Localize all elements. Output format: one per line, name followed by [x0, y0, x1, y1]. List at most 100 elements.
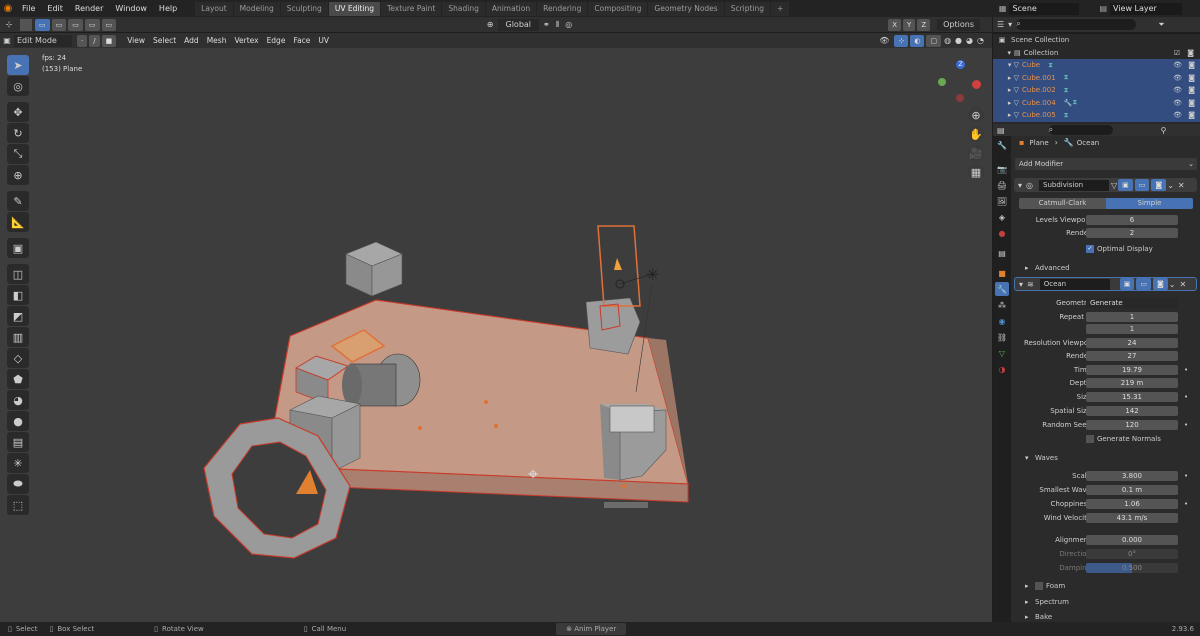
ocean-panel-header[interactable]: ▾ ≋ Ocean ▣ ▭ ◙ ⌄ ✕ [1014, 277, 1197, 291]
render-icon[interactable]: ◙ [1188, 74, 1195, 82]
optimal-display-checkbox[interactable]: ✓ [1086, 244, 1094, 253]
render-icon[interactable]: ◙ [1188, 111, 1195, 119]
z-axis-icon[interactable]: Z [956, 60, 965, 69]
advanced-subpanel[interactable]: ▸ Advanced [1011, 262, 1200, 273]
editmode-toggle-icon[interactable]: ▣ [1119, 278, 1135, 290]
tab-layout[interactable]: Layout [195, 1, 233, 16]
face-select-icon[interactable]: ■ [101, 34, 117, 47]
dropdown-icon[interactable]: ⌄ [1169, 280, 1176, 289]
menu-edit[interactable]: Edit [41, 4, 69, 13]
shading-material-icon[interactable]: ◕ [966, 36, 973, 45]
y-axis-icon[interactable] [938, 78, 946, 86]
menu-render[interactable]: Render [69, 4, 109, 13]
tab-geometry-nodes[interactable]: Geometry Nodes [648, 1, 724, 16]
tab-sculpting[interactable]: Sculpting [280, 1, 328, 16]
alignment-field[interactable]: 0.000 [1086, 534, 1178, 545]
view-layer-field[interactable]: View Layer [1110, 2, 1182, 15]
anim-player-button[interactable]: ⊗ Anim Player [556, 623, 627, 635]
eye-icon[interactable]: 👁 [1173, 86, 1182, 94]
menu-mesh[interactable]: Mesh [203, 35, 231, 47]
viewport-toggle-icon[interactable]: ▭ [1136, 278, 1151, 290]
snap-icon[interactable]: ⦀ [556, 20, 560, 30]
gizmo-icon[interactable]: ⊹ [894, 34, 909, 47]
proportional-icon[interactable]: ◎ [565, 20, 572, 29]
repeat-x-field[interactable]: 1 [1086, 311, 1178, 322]
outliner-row-collection[interactable]: ▾ ▤ Collection ☑ ◙ [993, 47, 1200, 60]
depth-field[interactable]: 219 m [1086, 377, 1178, 388]
eye-icon[interactable]: 👁 [1173, 61, 1182, 69]
material-tab-icon[interactable]: ◑ [995, 362, 1009, 376]
generate-normals-checkbox[interactable] [1086, 434, 1094, 443]
menu-select[interactable]: Select [149, 35, 180, 47]
tab-rendering[interactable]: Rendering [537, 1, 588, 16]
tool-tab-icon[interactable]: 🔧 [995, 138, 1009, 152]
navigation-gizmo[interactable]: Z [934, 60, 984, 110]
eye-icon[interactable]: 👁 [1173, 74, 1182, 82]
render-icon[interactable]: ◙ [1188, 99, 1195, 107]
physics-tab-icon[interactable]: ◉ [995, 314, 1009, 328]
select-mode-extend-icon[interactable]: ▭ [51, 18, 67, 31]
waves-subpanel[interactable]: ▾ Waves [1011, 452, 1200, 463]
modifier-name-field[interactable]: Subdivision [1039, 179, 1109, 191]
keyframe-icon[interactable]: • [1184, 500, 1188, 508]
expand-icon[interactable]: ▸ [1025, 582, 1029, 590]
close-icon[interactable]: ✕ [1178, 181, 1185, 190]
render-icon[interactable]: ◙ [1188, 86, 1195, 94]
resolution-render-field[interactable]: 27 [1086, 350, 1178, 361]
camera-view-icon[interactable]: 🎥 [968, 145, 984, 161]
add-workspace-button[interactable]: + [771, 1, 790, 16]
eye-icon[interactable]: 👁 [1173, 99, 1182, 107]
outliner-row-scene-collection[interactable]: ▣ Scene Collection [993, 34, 1200, 47]
geometry-dropdown[interactable]: Generate [1086, 297, 1178, 308]
select-mode-new-icon[interactable]: ▭ [35, 18, 50, 31]
menu-add[interactable]: Add [180, 35, 203, 47]
menu-file[interactable]: File [16, 4, 41, 13]
select-mode-subtract-icon[interactable]: ▭ [68, 18, 83, 31]
simple-button[interactable]: Simple [1106, 198, 1193, 209]
options-dropdown[interactable]: Options [937, 18, 980, 31]
wind-velocity-field[interactable]: 43.1 m/s [1086, 512, 1178, 523]
levels-viewport-field[interactable]: 6 [1086, 214, 1178, 225]
select-mode-intersect-icon[interactable]: ▭ [101, 18, 117, 31]
viewport-editor-icon[interactable]: ▣ [0, 36, 14, 45]
random-seed-field[interactable]: 120 [1086, 419, 1178, 430]
mirror-y-button[interactable]: Y [903, 18, 916, 31]
view-layer-tab-icon[interactable]: 🖼 [995, 194, 1009, 208]
shading-wire-icon[interactable]: ◍ [944, 36, 951, 45]
keyframe-icon[interactable]: • [1184, 472, 1188, 480]
mirror-x-button[interactable]: X [888, 18, 902, 31]
pin-icon[interactable]: ⚲ [1161, 126, 1167, 135]
collection-tab-icon[interactable]: ▤ [995, 246, 1009, 260]
overlay-icon[interactable]: ◐ [910, 34, 925, 47]
outliner-row-cube[interactable]: ▾ ▽ Cube ⧗ 👁 ◙ [993, 59, 1200, 72]
menu-edge[interactable]: Edge [263, 35, 290, 47]
expand-icon[interactable]: ▸ [1025, 613, 1029, 621]
viewport-toggle-icon[interactable]: ▭ [1134, 179, 1150, 191]
scene-render[interactable]: ✳ ⌖ [0, 48, 992, 622]
properties-search-input[interactable]: ⌕ [1048, 125, 1113, 135]
editor-type-icon[interactable]: ⊹ [0, 20, 18, 29]
render-levels-field[interactable]: 2 [1086, 227, 1178, 238]
tab-uv-editing[interactable]: UV Editing [328, 1, 380, 16]
menu-view[interactable]: View [123, 35, 149, 47]
expand-icon[interactable]: ▸ [1025, 264, 1029, 272]
pan-hand-icon[interactable]: ✋ [968, 126, 984, 142]
repeat-y-field[interactable]: 1 [1086, 323, 1178, 334]
select-mode-invert-icon[interactable]: ▭ [84, 18, 100, 31]
outliner-filter-icon[interactable]: ▾ [1008, 20, 1012, 29]
particles-tab-icon[interactable]: ⁂ [995, 298, 1009, 312]
vertex-select-icon[interactable]: · [77, 34, 88, 47]
dropdown-icon[interactable]: ⌄ [1167, 181, 1174, 190]
output-tab-icon[interactable]: 🖨 [995, 178, 1009, 192]
tab-shading[interactable]: Shading [442, 1, 485, 16]
menu-uv[interactable]: UV [314, 35, 333, 47]
scene-tab-icon[interactable]: ◈ [995, 210, 1009, 224]
tab-modeling[interactable]: Modeling [233, 1, 280, 16]
constraints-tab-icon[interactable]: ⛓ [995, 330, 1009, 344]
spectrum-subpanel[interactable]: ▸ Spectrum [1011, 596, 1200, 607]
smallest-wave-field[interactable]: 0.1 m [1086, 484, 1178, 495]
render-icon[interactable]: ◙ [1188, 61, 1195, 69]
scene-field[interactable]: Scene [1009, 2, 1080, 15]
bake-subpanel[interactable]: ▸ Bake [1011, 611, 1200, 622]
eye-icon[interactable]: 👁 [1173, 111, 1182, 119]
